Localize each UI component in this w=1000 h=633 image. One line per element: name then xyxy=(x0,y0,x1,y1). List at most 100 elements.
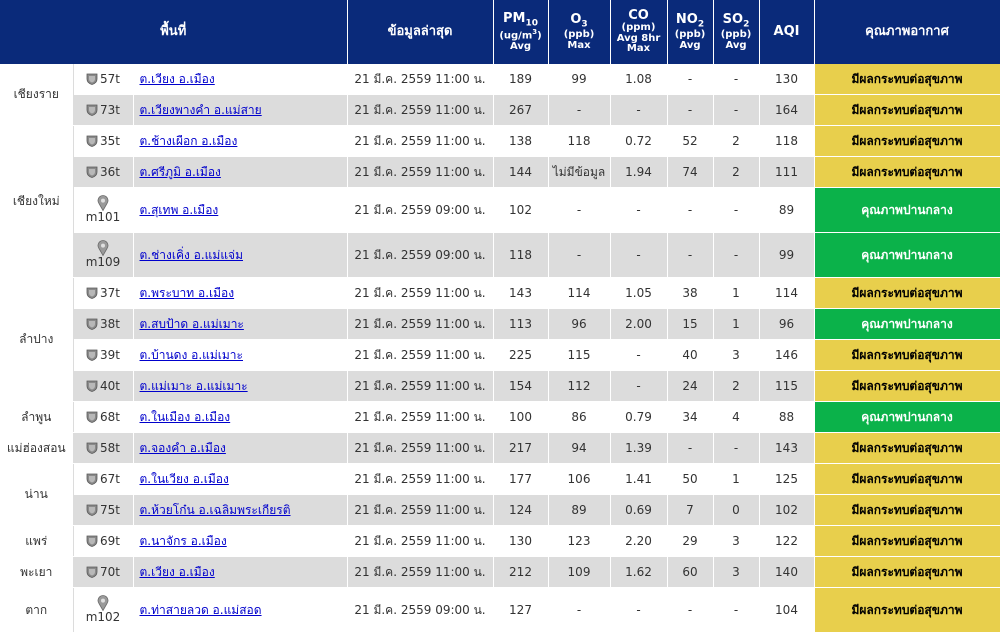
station-marker: 68t xyxy=(73,401,134,433)
no2-value: 7 xyxy=(667,494,714,526)
no2-value: 24 xyxy=(667,370,714,402)
no2-value: - xyxy=(667,64,714,95)
station-link[interactable]: ต.นาจักร อ.เมือง xyxy=(140,534,227,548)
aqi-value: 99 xyxy=(759,232,815,278)
co-value: - xyxy=(610,370,668,402)
station-code: 75t xyxy=(100,503,120,517)
air-quality-badge: มีผลกระทบต่อสุขภาพ xyxy=(814,94,1000,126)
so2-value: 1 xyxy=(713,308,760,340)
station-link[interactable]: ต.บ้านดง อ.แม่เมาะ xyxy=(140,348,244,362)
no2-value: 15 xyxy=(667,308,714,340)
shield-icon xyxy=(86,349,98,361)
air-quality-badge: มีผลกระทบต่อสุขภาพ xyxy=(814,156,1000,188)
aqi-value: 146 xyxy=(759,339,815,371)
air-quality-badge: มีผลกระทบต่อสุขภาพ xyxy=(814,494,1000,526)
co-value: 2.20 xyxy=(610,525,668,557)
so2-value: 3 xyxy=(713,556,760,588)
so2-value: - xyxy=(713,187,760,233)
aqi-value: 88 xyxy=(759,401,815,433)
air-quality-badge: คุณภาพปานกลาง xyxy=(814,232,1000,278)
pm10-value: 267 xyxy=(493,94,549,126)
so2-value: - xyxy=(713,432,760,464)
station-link[interactable]: ต.จองคำ อ.เมือง xyxy=(140,441,226,455)
shield-icon xyxy=(86,442,98,454)
station-link[interactable]: ต.สบป้าด อ.แม่เมาะ xyxy=(140,317,244,331)
co-value: 0.69 xyxy=(610,494,668,526)
station-link[interactable]: ต.ในเวียง อ.เมือง xyxy=(140,472,229,486)
aqi-value: 140 xyxy=(759,556,815,588)
station-marker: 58t xyxy=(73,432,134,464)
aqi-value: 118 xyxy=(759,125,815,157)
station-link[interactable]: ต.ท่าสายลวด อ.แม่สอด xyxy=(140,603,262,617)
station-link[interactable]: ต.เวียง อ.เมือง xyxy=(140,565,215,579)
shield-icon xyxy=(86,73,98,85)
no2-value: 74 xyxy=(667,156,714,188)
station-link[interactable]: ต.สุเทพ อ.เมือง xyxy=(140,203,219,217)
station-location: ต.บ้านดง อ.แม่เมาะ xyxy=(133,339,348,371)
header-latest: ข้อมูลล่าสุด xyxy=(347,0,494,64)
station-link[interactable]: ต.เวียง อ.เมือง xyxy=(140,72,215,86)
co-value: - xyxy=(610,339,668,371)
station-link[interactable]: ต.พระบาท อ.เมือง xyxy=(140,286,235,300)
station-link[interactable]: ต.ศรีภูมิ อ.เมือง xyxy=(140,165,221,179)
no2-value: 34 xyxy=(667,401,714,433)
header-no2: NO2 (ppb) Avg xyxy=(667,0,714,64)
station-link[interactable]: ต.ช้างเผือก อ.เมือง xyxy=(140,134,238,148)
latest-time: 21 มี.ค. 2559 11:00 น. xyxy=(347,370,494,402)
station-link[interactable]: ต.เวียงพางคำ อ.แม่สาย xyxy=(140,103,262,117)
aqi-value: 143 xyxy=(759,432,815,464)
station-link[interactable]: ต.ช่างเคิ่ง อ.แม่แจ่ม xyxy=(140,248,244,262)
no2-value: - xyxy=(667,587,714,633)
aqi-value: 122 xyxy=(759,525,815,557)
co-value: 1.41 xyxy=(610,463,668,495)
pm10-value: 127 xyxy=(493,587,549,633)
air-quality-badge: คุณภาพปานกลาง xyxy=(814,187,1000,233)
so2-value: 1 xyxy=(713,463,760,495)
air-quality-table: พื้นที่ ข้อมูลล่าสุด PM10 (ug/m3) Avg O3… xyxy=(0,0,1000,633)
latest-time: 21 มี.ค. 2559 09:00 น. xyxy=(347,587,494,633)
latest-time: 21 มี.ค. 2559 11:00 น. xyxy=(347,156,494,188)
shield-icon xyxy=(86,380,98,392)
table-header: พื้นที่ ข้อมูลล่าสุด PM10 (ug/m3) Avg O3… xyxy=(0,0,1000,64)
o3-value: - xyxy=(548,94,611,126)
so2-value: 2 xyxy=(713,370,760,402)
station-location: ต.พระบาท อ.เมือง xyxy=(133,277,348,309)
pm10-value: 225 xyxy=(493,339,549,371)
pm10-value: 100 xyxy=(493,401,549,433)
aqi-value: 114 xyxy=(759,277,815,309)
station-location: ต.เวียง อ.เมือง xyxy=(133,556,348,588)
aqi-value: 130 xyxy=(759,64,815,95)
station-location: ต.ช่างเคิ่ง อ.แม่แจ่ม xyxy=(133,232,348,278)
so2-value: 3 xyxy=(713,339,760,371)
header-pm10: PM10 (ug/m3) Avg xyxy=(493,0,549,64)
co-value: 1.05 xyxy=(610,277,668,309)
pm10-value: 102 xyxy=(493,187,549,233)
latest-time: 21 มี.ค. 2559 11:00 น. xyxy=(347,277,494,309)
co-value: - xyxy=(610,187,668,233)
table-row: แพร่ 69t ต.นาจักร อ.เมือง 21 มี.ค. 2559 11:… xyxy=(0,525,1000,557)
shield-icon xyxy=(86,535,98,547)
air-quality-badge: มีผลกระทบต่อสุขภาพ xyxy=(814,370,1000,402)
station-marker: 38t xyxy=(73,308,134,340)
o3-value: - xyxy=(548,187,611,233)
station-link[interactable]: ต.ในเมือง อ.เมือง xyxy=(140,410,231,424)
table-body: เชียงราย 57t ต.เวียง อ.เมือง 21 มี.ค. 2559 … xyxy=(0,64,1000,633)
latest-time: 21 มี.ค. 2559 11:00 น. xyxy=(347,64,494,95)
station-code: 68t xyxy=(100,410,120,424)
station-link[interactable]: ต.ห้วยโก๋น อ.เฉลิมพระเกียรติ xyxy=(140,503,291,517)
co-value: 1.94 xyxy=(610,156,668,188)
shield-icon xyxy=(86,287,98,299)
header-area: พื้นที่ xyxy=(0,0,348,64)
latest-time: 21 มี.ค. 2559 11:00 น. xyxy=(347,525,494,557)
aqi-value: 115 xyxy=(759,370,815,402)
shield-icon xyxy=(86,473,98,485)
station-link[interactable]: ต.แม่เมาะ อ.แม่เมาะ xyxy=(140,379,248,393)
no2-value: - xyxy=(667,187,714,233)
province-name: ตาก xyxy=(0,587,74,633)
pm10-value: 130 xyxy=(493,525,549,557)
map-pin-icon xyxy=(97,595,109,612)
station-location: ต.ช้างเผือก อ.เมือง xyxy=(133,125,348,157)
station-marker: 73t xyxy=(73,94,134,126)
station-location: ต.ศรีภูมิ อ.เมือง xyxy=(133,156,348,188)
co-value: - xyxy=(610,94,668,126)
